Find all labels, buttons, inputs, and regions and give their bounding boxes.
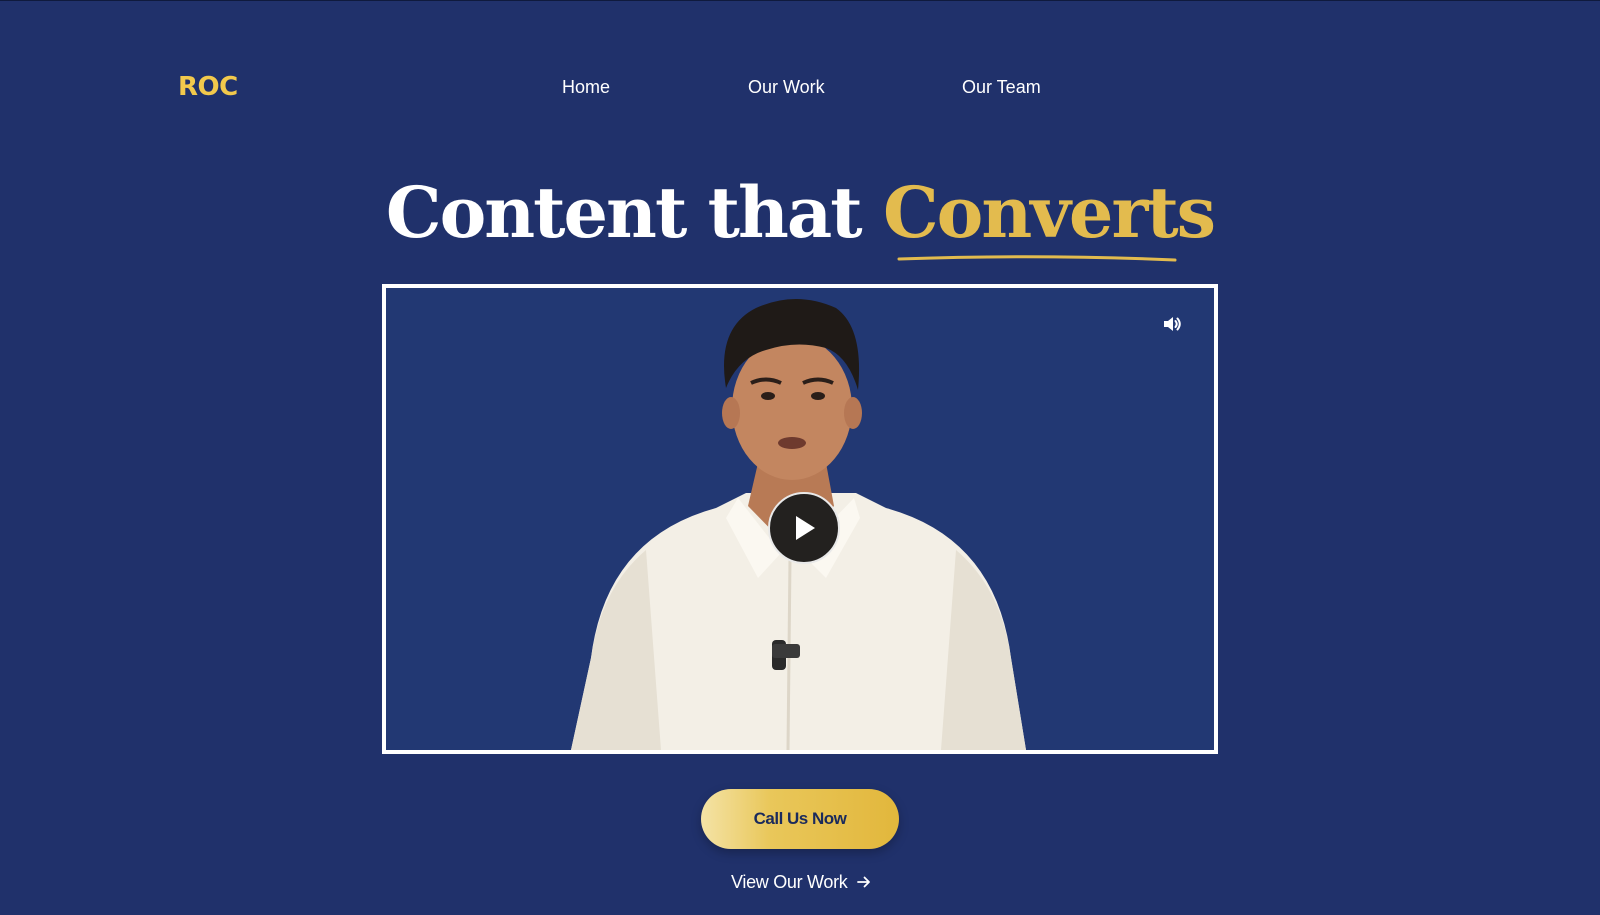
- view-our-work-label: View Our Work: [731, 871, 848, 892]
- hero-headline: Content that Converts: [0, 168, 1600, 262]
- play-icon: [796, 516, 815, 540]
- call-us-now-button[interactable]: Call Us Now: [701, 789, 899, 849]
- arrow-right-icon: [857, 876, 871, 888]
- brand-logo[interactable]: ROC: [178, 72, 238, 102]
- headline-accent-text: Converts: [882, 171, 1216, 254]
- play-button[interactable]: [768, 492, 840, 564]
- volume-button[interactable]: [1158, 310, 1186, 338]
- view-our-work-link[interactable]: View Our Work: [731, 870, 871, 894]
- nav-our-team-link[interactable]: Our Team: [962, 77, 1041, 98]
- headline-accent: Converts: [882, 168, 1216, 262]
- headline-underline: [897, 255, 1177, 262]
- top-border: [0, 0, 1600, 1]
- video-player[interactable]: [382, 284, 1218, 754]
- nav-our-work-link[interactable]: Our Work: [748, 77, 825, 98]
- headline-prefix: Content that: [385, 171, 863, 254]
- volume-icon: [1164, 317, 1181, 331]
- nav-home-link[interactable]: Home: [562, 77, 610, 98]
